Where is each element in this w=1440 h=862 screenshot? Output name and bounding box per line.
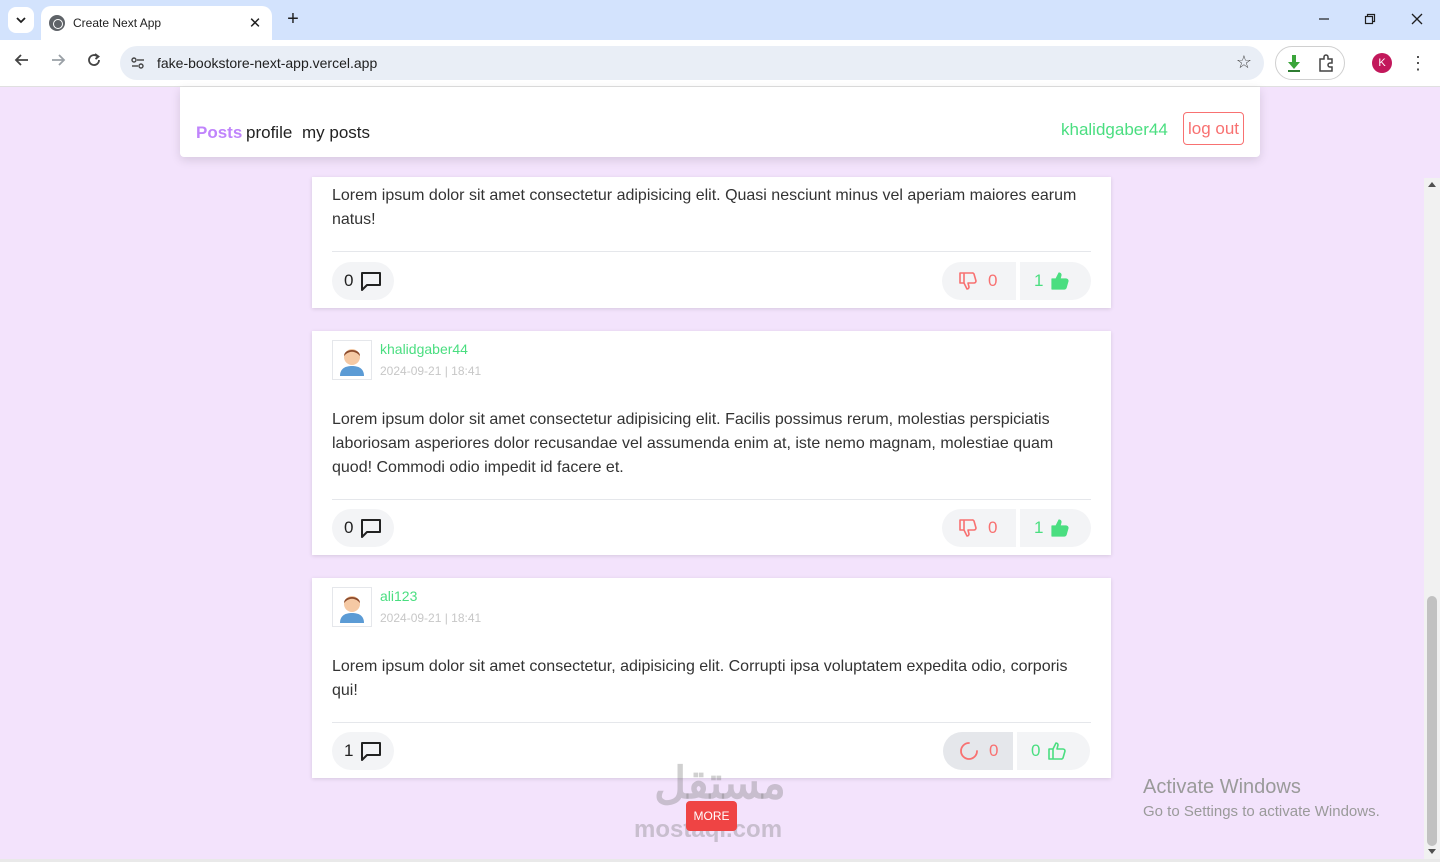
- arrow-left-icon: [14, 54, 28, 66]
- post-author[interactable]: ali123: [380, 588, 417, 604]
- dislike-button[interactable]: 0: [943, 732, 1013, 770]
- thumbs-up-icon: [1048, 742, 1067, 760]
- restore-button[interactable]: [1358, 8, 1382, 32]
- browser-tab[interactable]: Create Next App ✕: [41, 6, 272, 40]
- logout-button[interactable]: log out: [1183, 112, 1244, 145]
- like-count: 1: [1034, 271, 1044, 290]
- comment-icon: [361, 519, 382, 538]
- minimize-button[interactable]: [1312, 8, 1336, 32]
- like-count: 0: [1031, 741, 1041, 760]
- thumbs-up-filled-icon: [1051, 519, 1070, 537]
- like-button[interactable]: 0: [1017, 732, 1090, 770]
- activate-windows-title: Activate Windows: [1143, 776, 1301, 798]
- loading-spinner-icon: [960, 742, 978, 760]
- more-menu-icon[interactable]: ⋮: [1408, 51, 1428, 75]
- page-scrollbar[interactable]: [1424, 178, 1440, 860]
- puzzle-icon[interactable]: [1316, 53, 1336, 73]
- close-tab-button[interactable]: ✕: [244, 12, 266, 34]
- reload-button[interactable]: [82, 51, 106, 75]
- more-button[interactable]: MORE: [686, 801, 737, 831]
- current-username[interactable]: khalidgaber44: [1061, 120, 1168, 140]
- dislike-count: 0: [988, 271, 998, 290]
- thumbs-up-filled-icon: [1051, 272, 1070, 290]
- comment-count: 0: [344, 271, 354, 290]
- nav-link-posts[interactable]: Posts: [196, 123, 242, 143]
- comments-button[interactable]: 0: [332, 509, 395, 547]
- nav-link-my-posts[interactable]: my posts: [302, 123, 370, 143]
- app-header: Posts profile my posts khalidgaber44 log…: [180, 87, 1260, 157]
- comment-count: 1: [344, 741, 354, 760]
- post-card: Lorem ipsum dolor sit amet consectetur a…: [312, 177, 1111, 308]
- profile-avatar[interactable]: K: [1372, 53, 1392, 73]
- url-text[interactable]: fake-bookstore-next-app.vercel.app: [157, 55, 377, 71]
- close-window-button[interactable]: [1405, 8, 1429, 32]
- avatar: [332, 340, 372, 380]
- post-body: Lorem ipsum dolor sit amet consectetur a…: [332, 411, 1054, 476]
- download-extension-icon[interactable]: [1284, 53, 1304, 73]
- post-card: ali123 2024-09-21 | 18:41 Lorem ipsum do…: [312, 578, 1111, 778]
- thumbs-down-icon: [959, 519, 977, 537]
- activate-windows-subtitle: Go to Settings to activate Windows.: [1143, 803, 1380, 820]
- post-date: 2024-09-21 | 18:41: [380, 611, 482, 625]
- post-divider: [332, 251, 1091, 252]
- post-card: khalidgaber44 2024-09-21 | 18:41 Lorem i…: [312, 331, 1111, 555]
- scroll-up-arrow[interactable]: [1428, 182, 1436, 187]
- post-divider: [332, 499, 1091, 500]
- browser-tab-bar: Create Next App ✕ +: [0, 0, 1440, 40]
- comment-icon: [361, 742, 382, 761]
- browser-toolbar: fake-bookstore-next-app.vercel.app ☆: [0, 40, 1440, 87]
- like-button[interactable]: 1: [1020, 262, 1091, 300]
- comment-icon: [361, 272, 382, 291]
- post-body: Lorem ipsum dolor sit amet consectetur a…: [332, 187, 1077, 228]
- forward-button[interactable]: [46, 51, 70, 75]
- like-count: 1: [1034, 518, 1044, 537]
- post-author[interactable]: khalidgaber44: [380, 341, 468, 357]
- scrollbar-thumb[interactable]: [1427, 596, 1437, 846]
- new-tab-button[interactable]: +: [282, 8, 304, 30]
- arrow-right-icon: [52, 54, 66, 66]
- dislike-count: 0: [989, 741, 999, 760]
- close-icon: [1411, 13, 1423, 25]
- back-button[interactable]: [10, 51, 34, 75]
- post-divider: [332, 722, 1091, 723]
- user-avatar-icon: [340, 349, 364, 376]
- avatar: [332, 587, 372, 627]
- post-date: 2024-09-21 | 18:41: [380, 364, 482, 378]
- tab-title: Create Next App: [73, 16, 162, 30]
- extensions-group: [1275, 46, 1345, 80]
- activate-windows-overlay: Activate Windows Go to Settings to activ…: [1143, 776, 1380, 820]
- comments-button[interactable]: 1: [332, 732, 395, 770]
- dislike-button[interactable]: 0: [942, 509, 1016, 547]
- globe-icon: [49, 15, 65, 31]
- dislike-button[interactable]: 0: [942, 262, 1016, 300]
- comments-button[interactable]: 0: [332, 262, 395, 300]
- address-bar[interactable]: fake-bookstore-next-app.vercel.app ☆: [120, 46, 1264, 80]
- thumbs-down-icon: [959, 272, 977, 290]
- minimize-icon: [1319, 18, 1329, 20]
- restore-icon: [1364, 13, 1376, 25]
- star-icon[interactable]: ☆: [1236, 52, 1252, 73]
- comment-count: 0: [344, 518, 354, 537]
- site-settings-icon[interactable]: [130, 55, 146, 71]
- nav-link-profile[interactable]: profile: [246, 123, 292, 143]
- scroll-down-arrow[interactable]: [1428, 849, 1436, 854]
- chevron-down-icon: [16, 17, 26, 24]
- user-avatar-icon: [340, 596, 364, 623]
- dislike-count: 0: [988, 518, 998, 537]
- reload-icon: [88, 53, 100, 66]
- post-body: Lorem ipsum dolor sit amet consectetur, …: [332, 658, 1068, 699]
- like-button[interactable]: 1: [1020, 509, 1091, 547]
- tab-search-button[interactable]: [8, 7, 34, 33]
